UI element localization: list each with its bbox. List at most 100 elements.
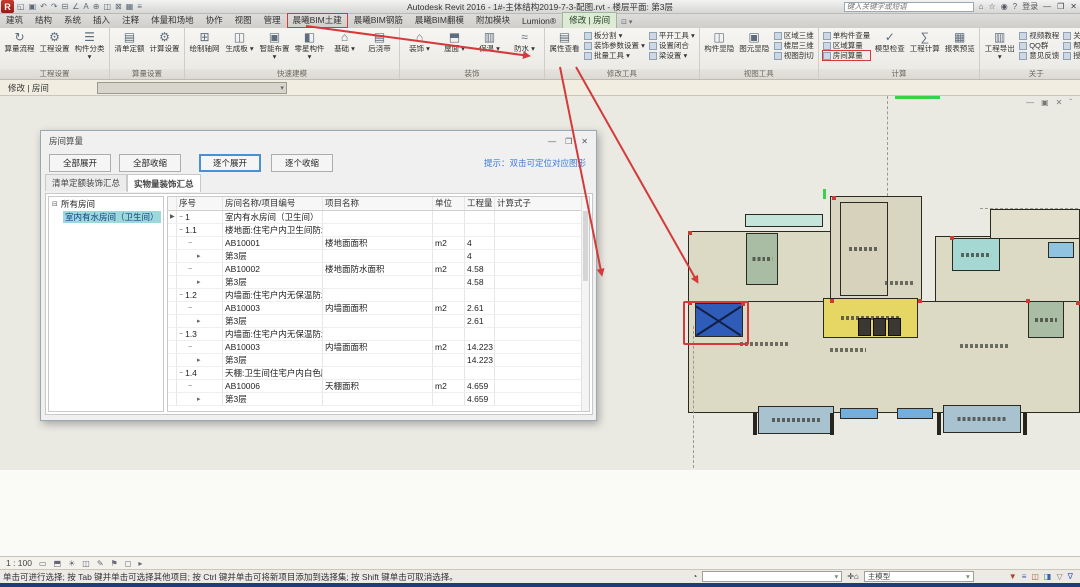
row-tree-cell[interactable]: ▸	[177, 354, 223, 366]
plan-room[interactable]	[858, 318, 871, 336]
table-scrollbar[interactable]	[581, 197, 589, 411]
ribbon-tab[interactable]: 结构	[29, 13, 58, 28]
plan-room[interactable]	[758, 406, 834, 434]
expand-one-button[interactable]: 逐个展开	[199, 154, 261, 172]
row-tree-cell[interactable]: −	[177, 237, 223, 249]
sun-path-icon[interactable]: ☀	[68, 559, 75, 568]
ribbon-big-button[interactable]: ☰构件分类 ▾	[73, 30, 106, 62]
table-row[interactable]: −1.3内墙面:住宅户内无保温防水墙...	[168, 328, 589, 341]
table-row[interactable]: −1.4天棚:卫生间住宅户内白色腻子	[168, 367, 589, 380]
model-graphics-icon[interactable]: ▭	[39, 559, 47, 568]
ribbon-big-button[interactable]: ▤属性查看	[548, 30, 581, 62]
tree-expander-icon[interactable]: ⊟	[52, 200, 59, 208]
row-expander-icon[interactable]: −	[188, 303, 192, 313]
table-row[interactable]: −AB10006天棚面积m24.659	[168, 380, 589, 393]
row-expander-icon[interactable]: −	[179, 225, 183, 235]
row-expander-icon[interactable]: ▸	[197, 394, 201, 404]
undo-icon[interactable]: ↶	[40, 2, 47, 11]
row-tree-cell[interactable]: ▸	[177, 393, 223, 405]
dialog-minimize-icon[interactable]: —	[548, 137, 556, 146]
row-expander-icon[interactable]: −	[188, 381, 192, 391]
ribbon-big-button[interactable]: ✓模型检查	[873, 30, 906, 62]
plan-room[interactable]	[952, 238, 1000, 271]
row-expander-icon[interactable]: −	[179, 290, 183, 300]
plan-room[interactable]	[897, 408, 933, 419]
row-expander-icon[interactable]: −	[188, 238, 192, 248]
row-tree-cell[interactable]: ▸	[177, 250, 223, 262]
close-icon[interactable]: ✕	[1070, 2, 1077, 11]
help-icon[interactable]: ?	[1013, 2, 1017, 11]
header-item-name[interactable]: 项目名称	[323, 197, 433, 210]
row-tree-cell[interactable]: −1.4	[177, 367, 223, 379]
select-pinned-icon[interactable]: ◫	[1031, 572, 1039, 581]
plan-room[interactable]	[888, 318, 901, 336]
ribbon-big-button[interactable]: ⬒屋面 ▾	[438, 30, 471, 62]
select-links-icon[interactable]: ▼	[1009, 572, 1017, 581]
header-unit[interactable]: 单位	[433, 197, 465, 210]
room-tree[interactable]: ⊟ 所有房间 室内有水房间（卫生间）	[48, 196, 164, 412]
row-tree-cell[interactable]: −	[177, 263, 223, 275]
row-expander-icon[interactable]: ▸	[197, 355, 201, 365]
drag-on-selection-icon[interactable]: ▽	[1056, 572, 1062, 581]
tree-item-wet-room[interactable]: 室内有水房间（卫生间）	[49, 210, 163, 223]
favorites-icon[interactable]: ☆	[989, 2, 996, 11]
plan-room[interactable]	[746, 233, 778, 285]
ribbon-small-button[interactable]: 区域算量	[823, 41, 871, 50]
ribbon-small-button[interactable]: 平开工具 ▾	[649, 31, 695, 40]
ribbon-tab[interactable]: 注释	[116, 13, 145, 28]
plan-room[interactable]	[745, 214, 823, 227]
row-expander-icon[interactable]: −	[188, 342, 192, 352]
header-quantity[interactable]: 工程量	[465, 197, 495, 210]
workset-combobox[interactable]: ▾	[702, 571, 842, 582]
ribbon-tab[interactable]: 建筑	[0, 13, 29, 28]
ribbon-tab[interactable]: 附加模块	[470, 13, 516, 28]
plan-room[interactable]	[1048, 242, 1074, 258]
ribbon-tab[interactable]: 晨曦BIM钢筋	[348, 13, 409, 28]
ribbon-small-button[interactable]: 关于	[1063, 31, 1080, 40]
save-icon[interactable]: ▣	[29, 2, 37, 11]
dialog-title-bar[interactable]: 房间算量 —❒✕	[41, 131, 596, 151]
plan-room[interactable]	[1028, 301, 1064, 338]
ribbon-tab[interactable]: 系统	[58, 13, 87, 28]
close-inactive-icon[interactable]: ⊠	[115, 2, 122, 11]
sign-in-button[interactable]: 登录	[1022, 1, 1038, 12]
ribbon-toggle-icon[interactable]: ⊡ ▾	[621, 18, 632, 28]
row-expander-icon[interactable]: −	[179, 368, 183, 378]
row-expander-icon[interactable]: ▸	[197, 277, 201, 287]
collapse-all-button[interactable]: 全部收缩	[119, 154, 181, 172]
ribbon-tab[interactable]: 修改 | 房间	[562, 12, 617, 28]
select-underlay-icon[interactable]: ≡	[1022, 572, 1027, 581]
table-row[interactable]: −1.1楼地面:住宅户内卫生间防水砖...	[168, 224, 589, 237]
restore-icon[interactable]: ❒	[1057, 2, 1064, 11]
plan-room[interactable]	[943, 405, 1021, 433]
tab-physical-quantity-summary[interactable]: 实物量装饰汇总	[127, 174, 201, 192]
quantity-table[interactable]: 序号 房间名称/项目编号 项目名称 单位 工程量 计算式子 ▶−1室内有水房间（…	[167, 196, 590, 412]
ribbon-tab[interactable]: 插入	[87, 13, 116, 28]
ribbon-tab[interactable]: Lumion®	[516, 15, 562, 28]
row-expander-icon[interactable]: −	[179, 329, 183, 339]
analysis-icon[interactable]: ▸	[138, 559, 142, 568]
ribbon-big-button[interactable]: ◫构件显隐	[703, 30, 736, 62]
text-icon[interactable]: A	[83, 2, 88, 11]
select-by-face-icon[interactable]: ◨	[1044, 572, 1052, 581]
list-icon[interactable]: ≡	[137, 2, 142, 11]
row-tree-cell[interactable]: ▸	[177, 315, 223, 327]
dialog-close-icon[interactable]: ✕	[581, 137, 588, 146]
plan-room[interactable]	[937, 413, 941, 435]
ribbon-tab[interactable]: 协作	[200, 13, 229, 28]
ribbon-small-button[interactable]: 意见反馈	[1019, 51, 1059, 60]
ribbon-small-button[interactable]: 装饰参数设置 ▾	[584, 41, 645, 50]
ribbon-big-button[interactable]: ↻算量流程	[3, 30, 36, 62]
ribbon-small-button[interactable]: 楼层三维	[774, 41, 814, 50]
row-expander-icon[interactable]: −	[179, 212, 183, 222]
ribbon-small-button[interactable]: 帮助	[1063, 41, 1080, 50]
ribbon-big-button[interactable]: ▣图元显隐	[738, 30, 771, 62]
table-row[interactable]: ▸第3层2.61	[168, 315, 589, 328]
exchange-icon[interactable]: ⌂	[979, 2, 984, 11]
ribbon-big-button[interactable]: ⚙工程设置	[38, 30, 71, 62]
row-tree-cell[interactable]: −1.2	[177, 289, 223, 301]
ribbon-big-button[interactable]: ▦报表预览	[943, 30, 976, 62]
crop-view-icon[interactable]: ◫	[82, 559, 90, 568]
reveal-hidden-icon[interactable]: ◻	[125, 559, 132, 568]
tab-list-quota-summary[interactable]: 清单定额装饰汇总	[45, 174, 127, 191]
